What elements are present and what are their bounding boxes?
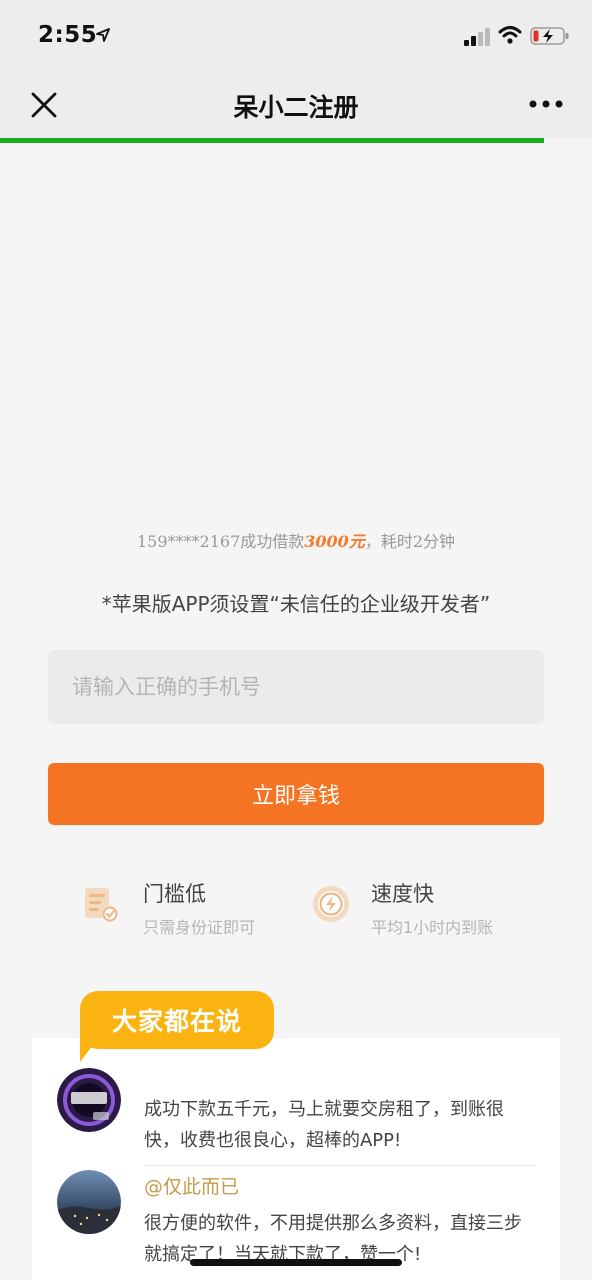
ticker-suffix: ，耗时2分钟: [364, 532, 455, 551]
phone-number-input[interactable]: [48, 650, 544, 724]
ticker-amount: 3000元: [304, 532, 365, 551]
loan-success-ticker: 159****2167成功借款3000元，耗时2分钟: [0, 528, 592, 552]
review-text: 成功下款五千元，马上就要交房租了，到账很快，收费也很良心，超棒的APP!: [144, 1099, 504, 1151]
reviews-card: 成功下款五千元，马上就要交房租了，到账很快，收费也很良心，超棒的APP! @仅此…: [32, 1038, 560, 1280]
ios-trust-notice: *苹果版APP须设置“未信任的企业级开发者”: [101, 592, 491, 616]
feature-title: 门槛低: [143, 882, 206, 906]
feature-subtitle: 平均1小时内到账: [371, 918, 494, 937]
id-document-icon: [85, 888, 118, 922]
avatar: [57, 1068, 121, 1132]
home-indicator[interactable]: [190, 1259, 402, 1266]
avatar: [57, 1170, 121, 1234]
status-bar: 2:55: [0, 0, 592, 72]
nav-bar: 呆小二注册: [0, 72, 592, 138]
review-divider: [144, 1165, 536, 1166]
page-load-progress: [0, 138, 544, 143]
get-money-button[interactable]: 立即拿钱: [48, 763, 544, 825]
review-author: @仅此而已: [144, 1176, 240, 1198]
location-arrow-icon: [96, 28, 110, 42]
reviews-badge: 大家都在说: [80, 991, 274, 1049]
reviews-badge-tail: [80, 1028, 106, 1062]
page-title: 呆小二注册: [233, 93, 359, 122]
wifi-icon: [498, 26, 522, 44]
ticker-prefix: 159****2167成功借款: [137, 532, 305, 551]
status-time: 2:55: [38, 22, 98, 48]
more-options-icon[interactable]: [528, 98, 564, 110]
cellular-signal-icon: [464, 28, 490, 46]
battery-charging-icon: [530, 27, 569, 45]
lightning-icon: [313, 886, 349, 922]
feature-subtitle: 只需身份证即可: [143, 918, 256, 937]
feature-title: 速度快: [371, 882, 434, 906]
